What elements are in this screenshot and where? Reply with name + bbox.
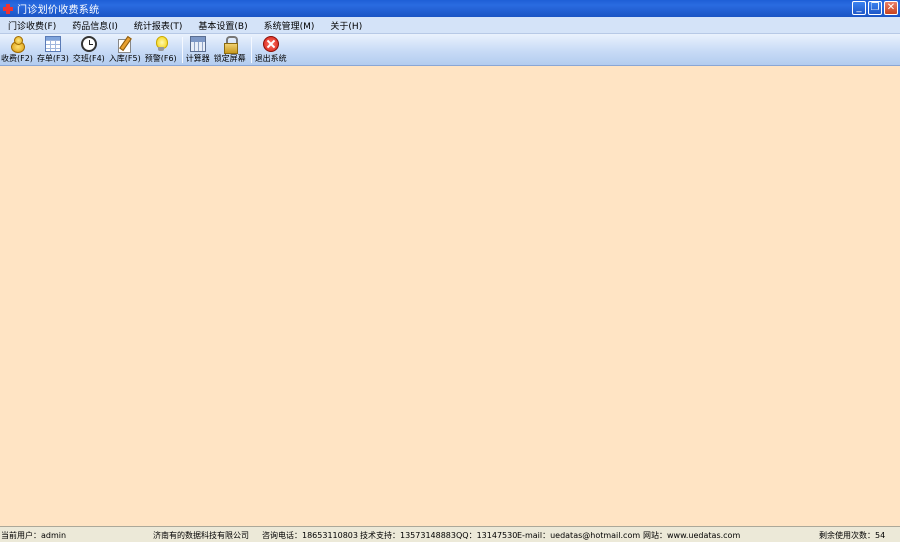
lock-screen-button[interactable]: 锁定屏幕 — [214, 34, 246, 64]
exit-icon — [262, 36, 279, 52]
toolbar: 收费(F2) 存单(F3) 交班(F4) 入库(F5) 预警(F6) 计算器 锁… — [0, 34, 900, 66]
stock-in-label: 入库(F5) — [108, 54, 141, 63]
main-workspace — [0, 66, 900, 526]
calculator-button[interactable]: 计算器 — [186, 34, 210, 64]
bulb-icon — [153, 36, 169, 52]
shift-handover-label: 交班(F4) — [72, 54, 105, 63]
exit-system-button[interactable]: 退出系统 — [255, 34, 287, 64]
calculator-label: 计算器 — [185, 54, 210, 63]
lock-screen-label: 锁定屏幕 — [213, 54, 246, 63]
restore-button[interactable]: ❐ — [868, 1, 882, 15]
company-name: 济南有的数据科技有限公司 — [153, 531, 249, 540]
current-user: 当前用户：admin — [1, 531, 67, 540]
tech-support: 技术支持：13573148883 — [360, 531, 456, 540]
deposit-slip-label: 存单(F3) — [36, 54, 69, 63]
menu-reports[interactable]: 统计报表(T) — [134, 19, 183, 32]
warning-button[interactable]: 预警(F6) — [145, 34, 177, 64]
menu-about[interactable]: 关于(H) — [330, 19, 362, 32]
title-bar: 门诊划价收费系统 _ ❐ ✕ — [0, 0, 900, 17]
coins-icon — [9, 36, 25, 53]
lock-icon — [222, 36, 238, 54]
menu-outpatient-billing[interactable]: 门诊收费(F) — [8, 19, 56, 32]
status-bar: 当前用户：admin 济南有的数据科技有限公司 咨询电话：18653110803… — [0, 526, 900, 542]
pencil-icon — [117, 36, 133, 53]
remaining-uses: 剩余使用次数：54 — [819, 531, 886, 540]
charge-button[interactable]: 收费(F2) — [1, 34, 33, 64]
window-controls: _ ❐ ✕ — [852, 1, 898, 15]
consult-phone: 咨询电话：18653110803 — [262, 531, 358, 540]
toolbar-separator — [250, 37, 252, 63]
exit-system-label: 退出系统 — [254, 54, 287, 63]
stock-in-button[interactable]: 入库(F5) — [109, 34, 141, 64]
menu-system-admin[interactable]: 系统管理(M) — [264, 19, 315, 32]
table-icon — [44, 36, 61, 52]
qq-number: QQ：13147530 — [456, 531, 518, 540]
warning-label: 预警(F6) — [144, 54, 177, 63]
toolbar-separator — [181, 37, 183, 63]
calculator-icon — [189, 36, 206, 52]
website: 网站：www.uedatas.com — [643, 531, 741, 540]
app-icon — [2, 3, 14, 15]
close-button[interactable]: ✕ — [884, 1, 898, 15]
menu-bar: 门诊收费(F) 药品信息(I) 统计报表(T) 基本设置(B) 系统管理(M) … — [0, 17, 900, 34]
email: E-mail：uedatas@hotmail.com — [517, 531, 641, 540]
shift-handover-button[interactable]: 交班(F4) — [73, 34, 105, 64]
menu-drug-info[interactable]: 药品信息(I) — [72, 19, 118, 32]
menu-basic-settings[interactable]: 基本设置(B) — [198, 19, 247, 32]
window-title: 门诊划价收费系统 — [17, 5, 100, 16]
charge-label: 收费(F2) — [1, 54, 33, 63]
deposit-slip-button[interactable]: 存单(F3) — [37, 34, 69, 64]
minimize-button[interactable]: _ — [852, 1, 866, 15]
clock-icon — [80, 36, 97, 52]
